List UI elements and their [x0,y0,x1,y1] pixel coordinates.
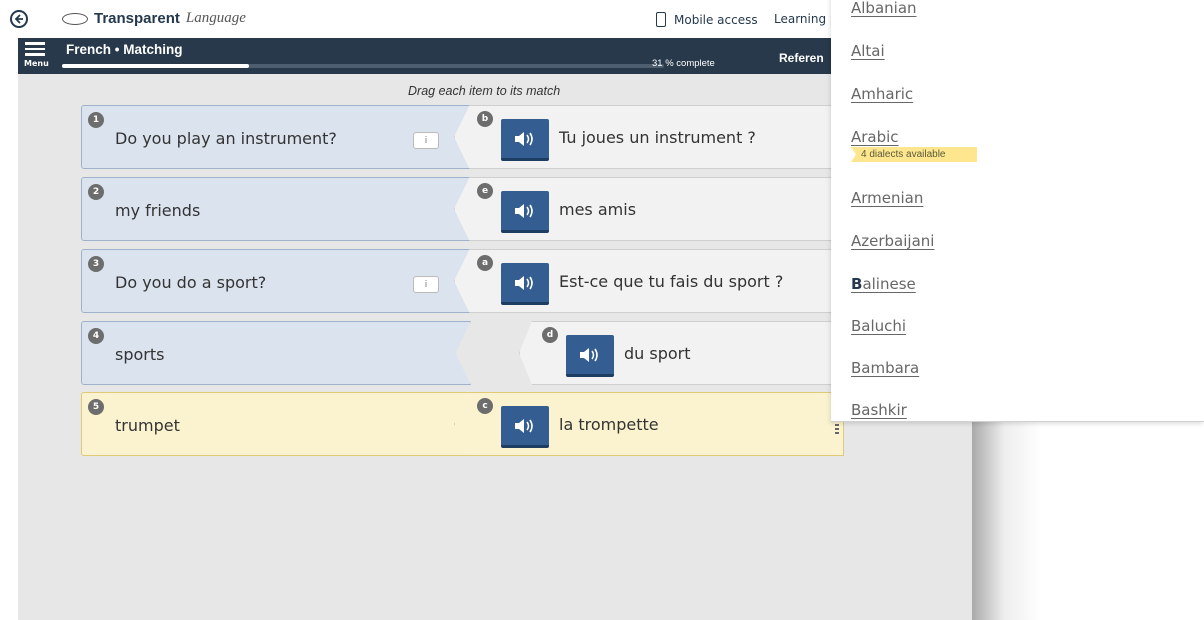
language-item-amharic[interactable]: Amharic [851,84,913,103]
language-item-baluchi[interactable]: Baluchi [851,316,906,335]
answer-card[interactable]: b Tu joues un instrument ? [454,105,844,169]
language-label: Albanian [851,0,917,17]
language-item-bambara[interactable]: Bambara [851,358,919,377]
match-row: 1 Do you play an instrument? i b Tu joue… [81,105,844,169]
language-label: Armenian [851,189,924,207]
logo-mark-icon [62,12,88,25]
menu-button[interactable]: Menu [24,42,49,72]
language-item-azerbaijani[interactable]: Azerbaijani [851,231,934,250]
info-button[interactable]: i [413,276,439,293]
speaker-icon [515,418,533,433]
match-row: 2 my friends e mes amis [81,177,844,241]
answer-letter-badge: d [542,327,558,343]
progress-bar [62,64,664,68]
answer-letter-badge: a [477,255,493,271]
audio-button[interactable] [501,191,549,233]
mobile-access-link[interactable]: Mobile access [656,12,758,27]
speaker-icon [515,203,533,218]
matching-exercise: Drag each item to its match 1 Do you pla… [18,74,972,620]
answer-letter-badge: e [477,183,493,199]
instruction-text: Drag each item to its match [408,84,561,98]
prompt-number-badge: 3 [88,256,104,272]
match-row: 3 Do you do a sport? i a Est-ce que tu f… [81,249,844,313]
logo-italic-text: Language [185,10,246,26]
answer-letter-badge: c [477,398,493,414]
prompt-card: 1 Do you play an instrument? i [81,105,471,169]
answer-card[interactable]: e mes amis [454,177,844,241]
language-label-rest: alinese [862,275,916,293]
language-label: Bashkir [851,401,907,419]
match-row: 4 sports d du sport [81,321,844,385]
logo-bold-text: Transparent [94,10,180,27]
language-dropdown: Albanian Altai Amharic Arabic 4 dialects… [831,0,1204,422]
language-label: Baluchi [851,317,907,335]
language-item-arabic[interactable]: Arabic 4 dialects available [851,127,977,162]
audio-button[interactable] [501,119,549,161]
hamburger-icon [25,42,45,45]
language-item-balinese[interactable]: Balinese [851,274,916,293]
language-label: Azerbaijani [851,232,935,250]
hamburger-icon-line [25,53,45,56]
answer-text: du sport [624,344,691,363]
prompt-number-badge: 1 [88,112,104,128]
language-label: Bambara [851,359,920,377]
mobile-access-label: Mobile access [674,12,758,27]
lesson-title: French • Matching [66,42,183,57]
prompt-number-badge: 4 [88,328,104,344]
prompt-card: 4 sports [81,321,471,385]
answer-letter-badge: b [477,111,493,127]
language-label-highlighted: Balinese [851,275,916,293]
answer-text: Tu joues un instrument ? [559,128,756,147]
audio-button[interactable] [501,263,549,305]
language-item-bashkir[interactable]: Bashkir [851,400,907,419]
dialect-badge: 4 dialects available [851,147,977,162]
drag-handle-icon[interactable] [835,420,839,434]
phone-icon [656,12,666,27]
transparent-language-logo[interactable]: Transparent Language [62,10,246,27]
answer-card[interactable]: c la trompette [454,392,844,456]
back-arrow-icon[interactable] [10,10,28,28]
prompt-number-badge: 5 [88,399,104,415]
answer-text: la trompette [559,415,659,434]
audio-button[interactable] [501,406,549,448]
prompt-text: trumpet [115,416,180,435]
language-item-albanian[interactable]: Albanian [851,0,917,17]
answer-text: mes amis [559,200,637,219]
prompt-card: 2 my friends [81,177,471,241]
lesson-header: Menu French • Matching 31 % complete Ref… [18,38,848,74]
prompt-text: my friends [115,201,201,220]
prompt-number-badge: 2 [88,184,104,200]
dropdown-shadow [972,420,1204,620]
answer-text: Est-ce que tu fais du sport ? [559,272,784,291]
prompt-text: Do you play an instrument? [115,129,337,148]
progress-fill [62,64,249,68]
answer-card[interactable]: a Est-ce que tu fais du sport ? [454,249,844,313]
info-button[interactable]: i [413,132,439,149]
prompt-card: 3 Do you do a sport? i [81,249,471,313]
language-label: Altai [851,42,885,60]
speaker-icon [515,275,533,290]
match-row-active: 5 trumpet c la trompette [81,392,844,456]
prompt-text: sports [115,345,165,364]
prompt-card: 5 trumpet [81,392,471,456]
speaker-icon [515,131,533,146]
prompt-text: Do you do a sport? [115,273,267,292]
language-item-altai[interactable]: Altai [851,41,885,60]
answer-card[interactable]: d du sport [519,321,844,385]
typed-prefix: B [851,275,863,293]
audio-button[interactable] [566,335,614,377]
progress-text: 31 % complete [652,58,715,69]
hamburger-icon-line [25,47,45,50]
language-item-armenian[interactable]: Armenian [851,188,923,207]
speaker-icon [580,347,598,362]
language-label: Arabic [851,128,899,146]
language-label: Amharic [851,85,914,103]
menu-label: Menu [24,58,49,68]
